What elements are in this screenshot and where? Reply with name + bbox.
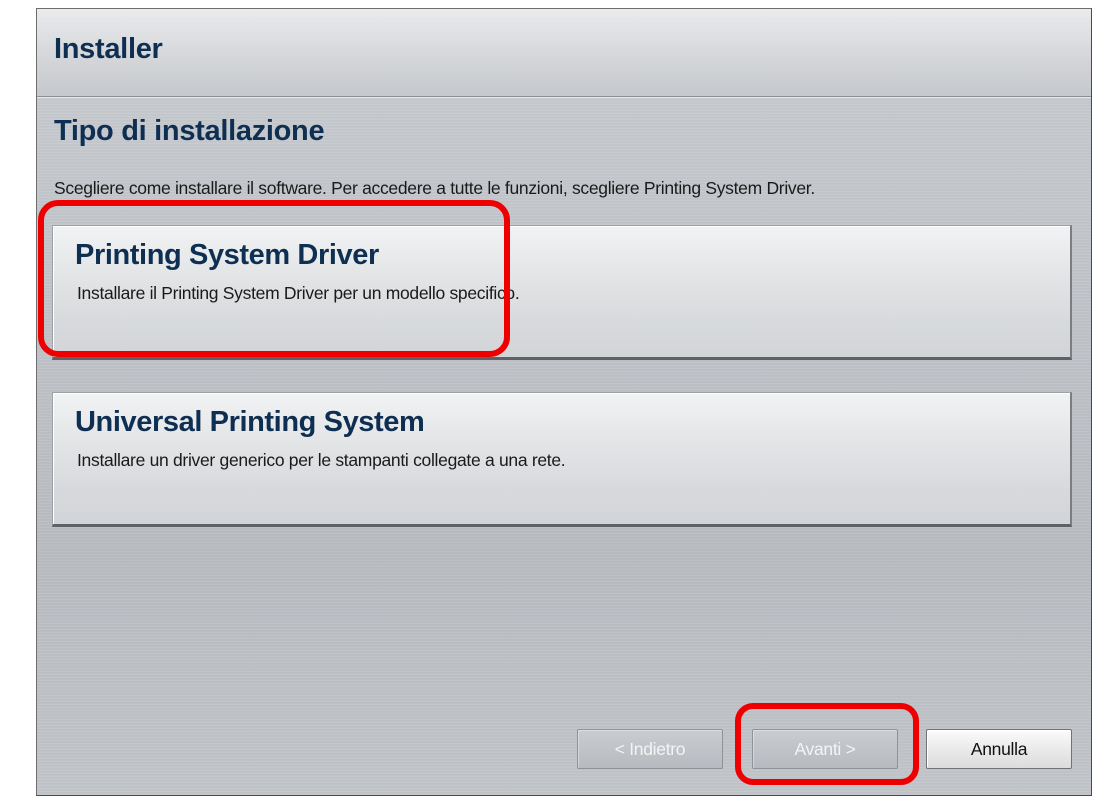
cancel-button[interactable]: Annulla — [926, 729, 1072, 769]
page-description: Scegliere come installare il software. P… — [54, 178, 815, 198]
back-button[interactable]: < Indietro — [577, 729, 723, 769]
option-title: Printing System Driver — [75, 239, 379, 271]
option-title: Universal Printing System — [75, 406, 425, 438]
option-description: Installare un driver generico per le sta… — [77, 450, 566, 470]
option-description: Installare il Printing System Driver per… — [77, 283, 520, 303]
page-heading: Tipo di installazione — [54, 115, 325, 147]
window-title: Installer — [54, 33, 163, 65]
printing-system-driver-option[interactable]: Printing System Driver Installare il Pri… — [52, 225, 1072, 360]
installer-window: Installer Tipo di installazione Sceglier… — [36, 8, 1092, 796]
universal-printing-system-option[interactable]: Universal Printing System Installare un … — [52, 392, 1072, 527]
next-button[interactable]: Avanti > — [752, 729, 898, 769]
title-bar: Installer — [37, 9, 1091, 97]
